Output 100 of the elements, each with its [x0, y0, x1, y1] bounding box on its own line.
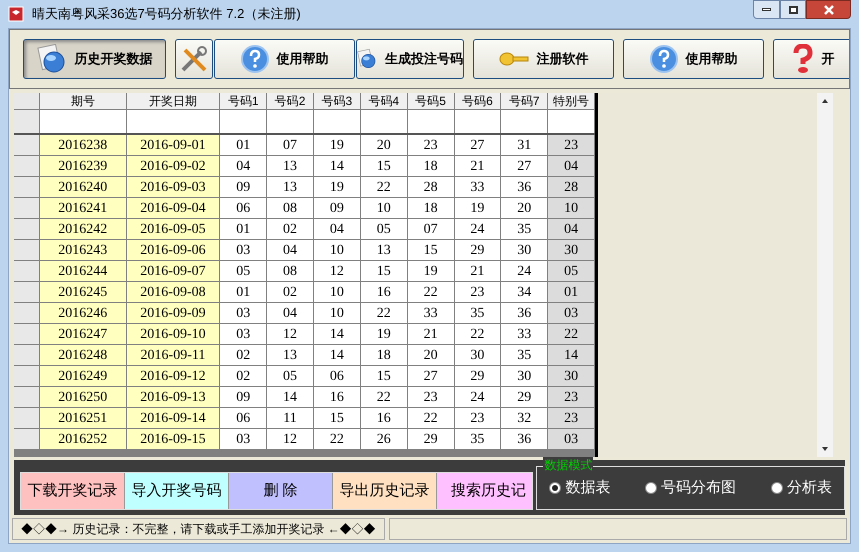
toolbar-button[interactable]: 使用帮助 [623, 39, 764, 79]
table-cell: 16 [360, 408, 408, 429]
action-button[interactable]: 导出历史记录 [333, 473, 437, 509]
table-cell: 03 [220, 429, 268, 450]
minimize-button[interactable] [753, 0, 780, 19]
column-header: 号码3 [314, 93, 361, 110]
table-cell: 2016-09-13 [126, 387, 220, 408]
table-cell: 16 [360, 282, 408, 303]
table-cell: 13 [267, 345, 314, 366]
table-cell: 36 [501, 177, 548, 198]
table-cell: 2016-09-08 [126, 282, 220, 303]
table-cell: 27 [501, 156, 548, 177]
table-cell: 13 [267, 156, 314, 177]
action-button[interactable]: 删 除 [229, 473, 333, 509]
table-cell: 05 [267, 366, 314, 387]
table-cell: 01 [548, 282, 595, 303]
table-cell: 31 [501, 135, 548, 156]
table-cell: 03 [220, 303, 268, 324]
table-cell: 28 [548, 177, 595, 198]
column-header: 号码4 [360, 93, 408, 110]
action-button[interactable]: 搜索历史记 [437, 473, 532, 509]
radio-button[interactable] [549, 482, 562, 494]
toolbar-button[interactable] [175, 39, 213, 79]
action-button[interactable]: 下载开奖记录 [21, 473, 125, 509]
table-cell: 19 [360, 324, 408, 345]
radio-button[interactable] [645, 482, 658, 494]
table-cell: 12 [314, 261, 361, 282]
table-cell: 22 [454, 324, 502, 345]
table-cell: 24 [454, 219, 502, 240]
table-cell: 34 [501, 282, 548, 303]
close-button[interactable] [806, 0, 851, 19]
row-header [14, 366, 40, 387]
maximize-button[interactable] [780, 0, 806, 19]
table-cell: 04 [220, 156, 268, 177]
table-cell: 35 [454, 429, 502, 450]
table-cell: 05 [548, 261, 595, 282]
table-cell: 16 [314, 387, 361, 408]
table-cell: 30 [548, 240, 595, 261]
table-cell: 10 [314, 240, 361, 261]
radio-option[interactable]: 分析表 [770, 476, 832, 500]
table-cell: 18 [408, 198, 454, 219]
table-cell: 32 [501, 408, 548, 429]
table-cell: 20 [501, 198, 548, 219]
table-cell: 2016251 [40, 408, 127, 429]
corner-cell [14, 93, 40, 110]
toolbar-button[interactable]: 使用帮助 [214, 39, 355, 79]
table-cell: 2016-09-02 [126, 156, 220, 177]
row-header [14, 177, 40, 198]
table-cell: 23 [548, 387, 595, 408]
table-cell: 35 [454, 303, 502, 324]
toolbar-button[interactable]: 注册软件 [473, 39, 614, 79]
table-cell: 04 [548, 156, 595, 177]
table-cell: 13 [360, 240, 408, 261]
action-button[interactable]: 导入开奖号码 [125, 473, 229, 509]
question-mark-icon [792, 44, 814, 74]
table-cell: 2016247 [40, 324, 127, 345]
table-cell: 2016242 [40, 219, 127, 240]
table-cell: 2016-09-03 [126, 177, 220, 198]
table-cell: 14 [314, 324, 361, 345]
toolbar-button[interactable]: 生成投注号码 [356, 39, 464, 79]
table-cell: 24 [454, 387, 502, 408]
table-cell: 30 [454, 345, 502, 366]
table-cell: 03 [220, 324, 268, 345]
toolbar-button[interactable]: 历史开奖数据 [23, 39, 166, 79]
table-cell: 2016238 [40, 135, 127, 156]
row-header [14, 303, 40, 324]
radio-button[interactable] [770, 482, 783, 494]
table-cell: 19 [314, 135, 361, 156]
table-cell: 18 [360, 345, 408, 366]
table-cell: 10 [548, 198, 595, 219]
table-cell: 03 [220, 240, 268, 261]
table-cell: 33 [501, 324, 548, 345]
row-header [14, 387, 40, 408]
row-header [14, 156, 40, 177]
table-cell: 29 [454, 240, 502, 261]
table-cell: 15 [360, 261, 408, 282]
table-cell: 2016240 [40, 177, 127, 198]
table-cell: 24 [501, 261, 548, 282]
table-cell: 22 [360, 177, 408, 198]
table-cell: 22 [548, 324, 595, 345]
table-cell: 08 [267, 261, 314, 282]
table-cell: 01 [220, 135, 268, 156]
table-cell: 14 [314, 345, 361, 366]
row-header [14, 408, 40, 429]
table-cell: 23 [548, 135, 595, 156]
toolbar-button[interactable]: 开 [773, 39, 849, 79]
table-cell: 05 [360, 219, 408, 240]
radio-option[interactable]: 数据表 [549, 476, 610, 500]
column-header: 号码5 [408, 93, 454, 110]
radio-option[interactable]: 号码分布图 [645, 476, 736, 500]
table-cell: 36 [501, 429, 548, 450]
table-cell: 06 [220, 408, 268, 429]
table-cell: 23 [408, 135, 454, 156]
key-icon [498, 50, 528, 68]
table-cell: 36 [501, 303, 548, 324]
globe-document-icon [36, 44, 66, 74]
table-cell: 14 [314, 156, 361, 177]
table-cell: 15 [360, 366, 408, 387]
table-cell: 02 [220, 366, 268, 387]
table-cell: 23 [408, 387, 454, 408]
